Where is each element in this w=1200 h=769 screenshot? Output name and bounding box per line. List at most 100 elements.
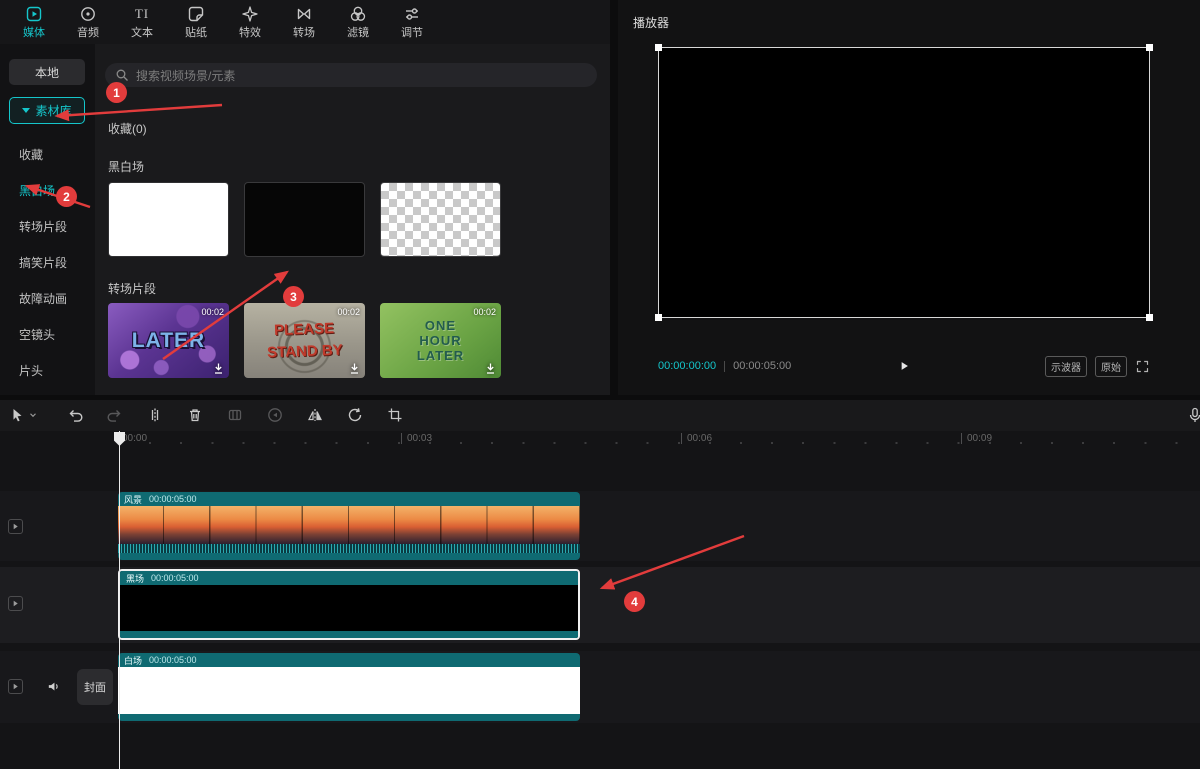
caret-down-icon: [22, 108, 30, 113]
sidebar-item-bw-field[interactable]: 黑白场: [0, 172, 95, 208]
caption-line: HOUR: [419, 333, 461, 348]
playhead[interactable]: [119, 431, 120, 769]
tab-sticker[interactable]: 贴纸: [169, 2, 223, 42]
clip-name: 黑场: [126, 572, 144, 585]
clip-white-field[interactable]: 白场 00:00:05:00: [118, 653, 580, 721]
tab-text[interactable]: TI 文本: [115, 2, 169, 42]
selection-handle[interactable]: [655, 314, 662, 321]
clip-name: 风景: [124, 493, 142, 506]
sidebar-item-funny-clips[interactable]: 搞笑片段: [0, 244, 95, 280]
tab-label: 媒体: [23, 24, 45, 40]
filter-icon: [349, 5, 367, 23]
thumb-later[interactable]: LATER 00:02: [108, 303, 229, 378]
player-panel: 播放器 00:00:00:00 00:00:05:00 示波器 原始: [618, 0, 1200, 395]
record-audio-icon[interactable]: [1186, 406, 1200, 424]
play-button[interactable]: [893, 355, 915, 377]
audio-icon: [79, 5, 97, 23]
clip-name: 白场: [124, 654, 142, 667]
search-input[interactable]: 搜索视频场景/元素: [105, 63, 597, 87]
reverse-button[interactable]: [266, 406, 284, 424]
tab-label: 文本: [131, 24, 153, 40]
tab-adjust[interactable]: 调节: [385, 2, 439, 42]
sticker-icon: [187, 5, 205, 23]
clip-header: 风景 00:00:05:00: [118, 492, 580, 506]
duration-badge: 00:02: [337, 307, 360, 317]
track-toggle-icon[interactable]: [8, 519, 23, 534]
select-tool-dropdown[interactable]: [27, 409, 39, 421]
download-icon[interactable]: [212, 362, 225, 375]
rotate-button[interactable]: [346, 406, 364, 424]
video-preview[interactable]: [658, 47, 1150, 318]
sidebar-item-empty-shot[interactable]: 空镜头: [0, 316, 95, 352]
sidebar-item-transition-clips[interactable]: 转场片段: [0, 208, 95, 244]
clip-footer: [118, 714, 580, 721]
player-title: 播放器: [633, 14, 669, 31]
split-button[interactable]: [146, 406, 164, 424]
original-ratio-button[interactable]: 原始: [1095, 356, 1127, 377]
clip-black-field-selected[interactable]: 黑场 00:00:05:00: [118, 569, 580, 640]
cover-button[interactable]: 封面: [77, 669, 113, 705]
download-icon[interactable]: [484, 362, 497, 375]
thumb-white-field[interactable]: [108, 182, 229, 257]
mirror-button[interactable]: [306, 406, 324, 424]
time-ruler[interactable]: 00:00 00:03 00:06 00:09: [118, 431, 1200, 447]
redo-button[interactable]: [106, 406, 124, 424]
annotation-step-1: 1: [106, 82, 127, 103]
search-placeholder: 搜索视频场景/元素: [136, 67, 235, 84]
duration-badge: 00:02: [201, 307, 224, 317]
library-category-list: 收藏 黑白场 转场片段 搞笑片段 故障动画 空镜头 片头: [0, 136, 95, 388]
time-divider: [724, 361, 725, 372]
thumb-please-stand-by[interactable]: PLEASE STAND BY 00:02: [244, 303, 365, 378]
tab-media[interactable]: 媒体: [7, 2, 61, 42]
tab-label: 音频: [77, 24, 99, 40]
tab-transition[interactable]: 转场: [277, 2, 331, 42]
track-toggle-icon[interactable]: [8, 596, 23, 611]
thumb-one-hour-later[interactable]: ONE HOUR LATER 00:02: [380, 303, 501, 378]
tab-filter[interactable]: 滤镜: [331, 2, 385, 42]
timeline: 00:00 00:03 00:06 00:09 风景 00:00:05:00 黑…: [0, 431, 1200, 769]
main-nav: 媒体 音频 TI 文本 贴纸 特效: [0, 0, 610, 44]
library-button[interactable]: 素材库: [9, 97, 85, 124]
clip-body: [118, 667, 580, 714]
text-icon: TI: [135, 5, 149, 23]
tab-effects[interactable]: 特效: [223, 2, 277, 42]
clip-footer: [118, 553, 580, 560]
crop-button[interactable]: [386, 406, 404, 424]
local-button[interactable]: 本地: [9, 59, 85, 85]
media-panel: 媒体 音频 TI 文本 贴纸 特效: [0, 0, 610, 395]
tab-label: 调节: [401, 24, 423, 40]
annotation-step-2: 2: [56, 186, 77, 207]
effects-icon: [241, 5, 259, 23]
library-content: 搜索视频场景/元素 收藏(0) 黑白场 转场片段 LATER 00:02 PLE…: [95, 44, 610, 395]
fullscreen-icon[interactable]: [1135, 359, 1150, 374]
tab-label: 特效: [239, 24, 261, 40]
ruler-label: 00:00: [122, 433, 147, 444]
sidebar-item-favorites[interactable]: 收藏: [0, 136, 95, 172]
thumb-transparent-field[interactable]: [380, 182, 501, 257]
selection-handle[interactable]: [1146, 314, 1153, 321]
caption-line: LATER: [417, 348, 464, 363]
sidebar-item-glitch-anim[interactable]: 故障动画: [0, 280, 95, 316]
mute-icon[interactable]: [45, 678, 62, 695]
clip-scenery[interactable]: 风景 00:00:05:00: [118, 492, 580, 560]
selection-handle[interactable]: [655, 44, 662, 51]
undo-button[interactable]: [66, 406, 84, 424]
clip-duration: 00:00:05:00: [149, 655, 197, 665]
tab-audio[interactable]: 音频: [61, 2, 115, 42]
media-icon: [25, 5, 43, 23]
tab-label: 贴纸: [185, 24, 207, 40]
clip-footer: [120, 631, 578, 638]
freeze-frame-button[interactable]: [226, 406, 244, 424]
delete-button[interactable]: [186, 406, 204, 424]
transition-section-title: 转场片段: [108, 280, 156, 297]
track-toggle-icon[interactable]: [8, 679, 23, 694]
selection-handle[interactable]: [1146, 44, 1153, 51]
annotation-step-4: 4: [624, 591, 645, 612]
clip-duration: 00:00:05:00: [149, 494, 197, 504]
sidebar-item-intro[interactable]: 片头: [0, 352, 95, 388]
clip-body: [120, 585, 578, 631]
scope-button[interactable]: 示波器: [1045, 356, 1087, 377]
download-icon[interactable]: [348, 362, 361, 375]
select-tool-button[interactable]: [8, 406, 26, 424]
thumb-black-field[interactable]: [244, 182, 365, 257]
